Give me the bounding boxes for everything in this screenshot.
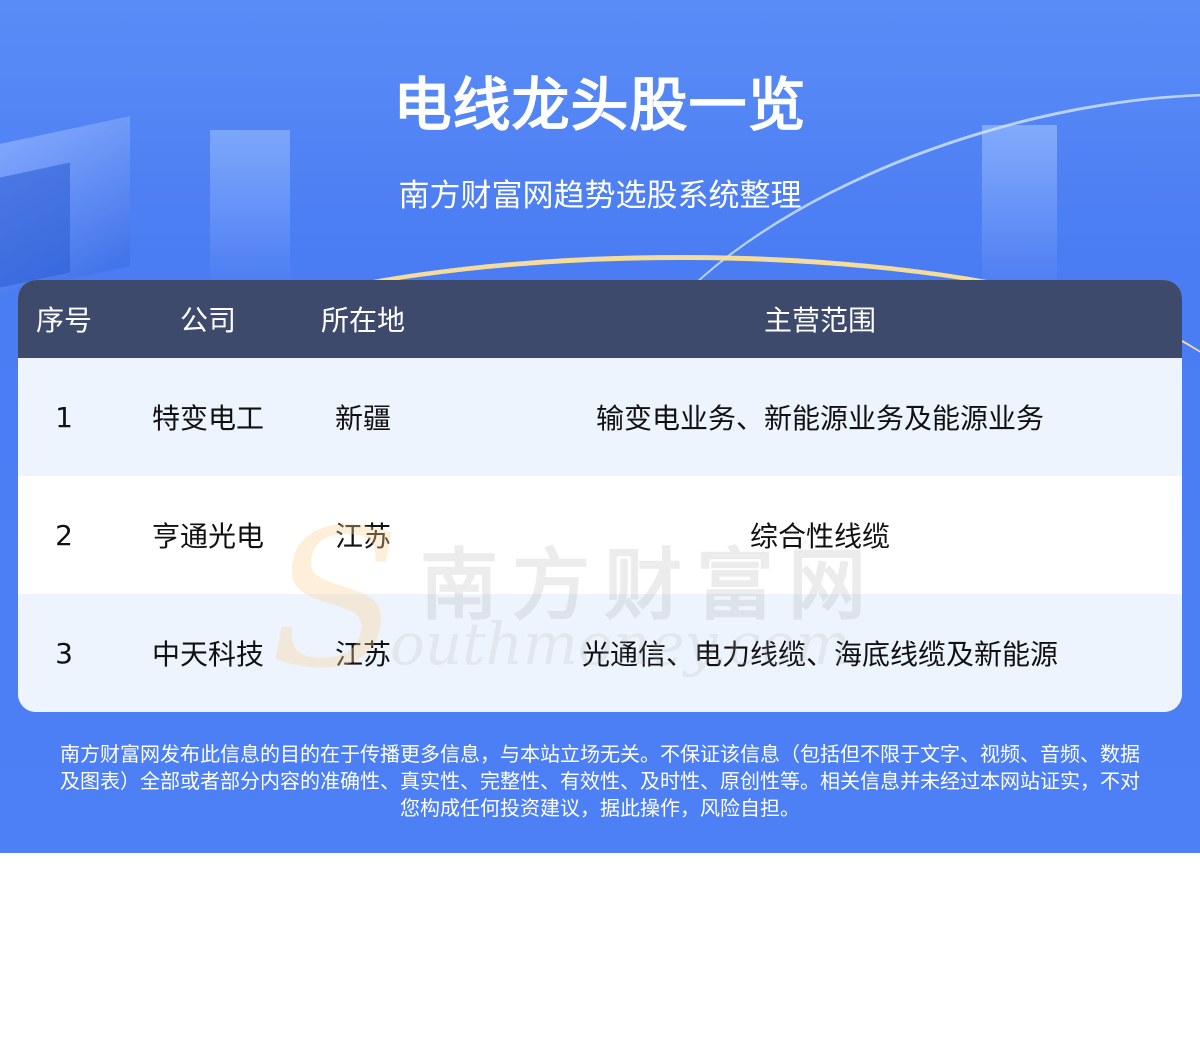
disclaimer: 南方财富网发布此信息的目的在于传播更多信息，与本站立场无关。不保证该信息（包括但… <box>0 741 1200 822</box>
row-seq: 1 <box>55 400 73 434</box>
page-title: 电线龙头股一览 <box>393 71 807 139</box>
table-row: 1 特变电工 新疆 输变电业务、新能源业务及能源业务 <box>18 358 1182 476</box>
row-business-text: 光通信、电力线缆、海底线缆及新能源 <box>581 638 1058 671</box>
table-row: 2 亨通光电 江苏 综合性线缆 <box>18 476 1182 594</box>
row-company: 特变电工 <box>151 402 264 435</box>
disclaimer-line: 您构成任何投资建议，据此操作，风险自担。 <box>400 796 800 820</box>
row-company: 中天科技 <box>151 638 264 671</box>
row-company: 亨通光电 <box>151 520 264 553</box>
row-business-text: 输变电业务、新能源业务及能源业务 <box>595 402 1044 435</box>
header-seq: 序号 <box>35 304 92 337</box>
row-business-text: 综合性线缆 <box>749 520 890 553</box>
banner: 电线龙头股一览 南方财富网趋势选股系统整理 序号 公司 所在地 主营范围 1 特… <box>0 0 1200 853</box>
row-business: 光通信、电力线缆、海底线缆及新能源 <box>458 594 1182 712</box>
row-business: 综合性线缆 <box>458 476 1182 594</box>
row-location: 新疆 <box>334 402 391 435</box>
table-row: 3 中天科技 江苏 光通信、电力线缆、海底线缆及新能源 <box>18 594 1182 712</box>
row-location: 江苏 <box>334 638 391 671</box>
header-business-label: 主营范围 <box>763 304 876 337</box>
stock-table: 序号 公司 所在地 主营范围 1 特变电工 新疆 输变电业务、新能源业务及能源业… <box>18 280 1182 712</box>
header-business: 主营范围 <box>458 280 1182 358</box>
header-company: 公司 <box>179 304 236 337</box>
row-business: 输变电业务、新能源业务及能源业务 <box>458 358 1182 476</box>
disclaimer-line: 南方财富网发布此信息的目的在于传播更多信息，与本站立场无关。不保证该信息（包括但… <box>60 742 1140 766</box>
header-location: 所在地 <box>320 304 405 337</box>
row-seq: 3 <box>55 636 73 670</box>
row-seq: 2 <box>55 518 73 552</box>
row-location: 江苏 <box>334 520 391 553</box>
disclaimer-line: 及图表）全部或者部分内容的准确性、真实性、完整性、有效性、及时性、原创性等。相关… <box>60 769 1140 793</box>
table-header: 序号 公司 所在地 主营范围 <box>18 280 1182 358</box>
page-subtitle: 南方财富网趋势选股系统整理 <box>398 178 802 214</box>
